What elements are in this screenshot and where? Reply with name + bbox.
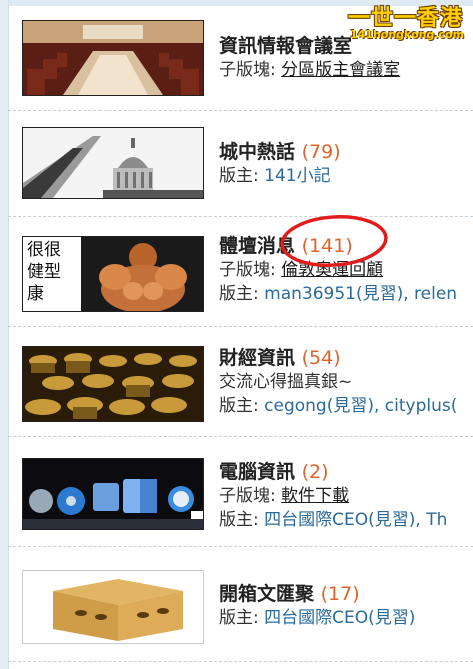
forum-title-line: 財經資訊 (54): [219, 346, 457, 370]
forum-title-link[interactable]: 開箱文匯聚: [219, 583, 314, 605]
forum-row: 財經資訊 (54) 交流心得搵真銀~ 版主: cegong(見習), cityp…: [8, 326, 473, 437]
moderator-link[interactable]: cegong(見習), cityplus(: [264, 396, 457, 416]
forum-image-bodybuilder[interactable]: 很很 健型 康: [22, 236, 204, 312]
forum-row: 很很 健型 康 體壇消息 (141) 子版塊: 倫敦奧運回顧 版主: man36…: [8, 216, 473, 327]
forum-title-link[interactable]: 城中熱話: [219, 141, 295, 163]
forum-image-government-building[interactable]: [22, 127, 204, 199]
moderator-line: 版主: 四台國際CEO(見習), Th: [219, 510, 448, 530]
forum-image-cardboard-box[interactable]: [22, 570, 204, 644]
forum-description: 交流心得搵真銀~: [219, 372, 353, 392]
moderator-line: 版主: man36951(見習), relen: [219, 284, 458, 304]
moderator-line: 版主: cegong(見習), cityplus(: [219, 396, 458, 416]
subforum-line: 子版塊: 軟件下載: [219, 486, 350, 506]
thread-count: (79): [301, 141, 341, 163]
moderator-link[interactable]: 四台國際CEO(見習): [264, 608, 415, 628]
forum-row: 開箱文匯聚 (17) 版主: 四台國際CEO(見習): [8, 546, 473, 662]
subforum-link[interactable]: 分區版主會議室: [281, 60, 400, 80]
subforum-line: 子版塊: 分區版主會議室: [219, 60, 401, 80]
forum-title-link[interactable]: 電腦資訊: [219, 461, 295, 483]
forum-row: 城中熱話 (79) 版主: 141小記: [8, 110, 473, 217]
thread-count: (2): [301, 461, 329, 483]
thread-count: (54): [301, 347, 341, 369]
moderator-line: 版主: 141小記: [219, 166, 331, 186]
image-caption: 很很 健型 康: [27, 240, 61, 304]
forum-title-line: 開箱文匯聚 (17): [219, 582, 415, 606]
forum-title-line: 城中熱話 (79): [219, 140, 341, 164]
forum-row: 電腦資訊 (2) 子版塊: 軟件下載 版主: 四台國際CEO(見習), Th: [8, 436, 473, 547]
forum-image-gold-coins[interactable]: [22, 346, 204, 422]
highlight-circle: [280, 215, 388, 267]
moderator-line: 版主: 四台國際CEO(見習): [219, 608, 416, 628]
forum-title-link[interactable]: 資訊情報會議室: [219, 35, 352, 57]
subforum-link[interactable]: 軟件下載: [281, 486, 349, 506]
moderator-link[interactable]: 141小記: [264, 166, 330, 186]
forum-image-mac-dock-icons[interactable]: [22, 458, 204, 530]
forum-image-conference-room[interactable]: [22, 20, 204, 96]
thread-count: (17): [320, 583, 360, 605]
site-watermark-logo: 一世一香港 141hongkong.com: [348, 6, 465, 41]
forum-title-line: 電腦資訊 (2): [219, 460, 447, 484]
moderator-link[interactable]: 四台國際CEO(見習), Th: [264, 510, 447, 530]
forum-title-link[interactable]: 財經資訊: [219, 347, 295, 369]
moderator-link[interactable]: man36951(見習), relen: [264, 284, 457, 304]
